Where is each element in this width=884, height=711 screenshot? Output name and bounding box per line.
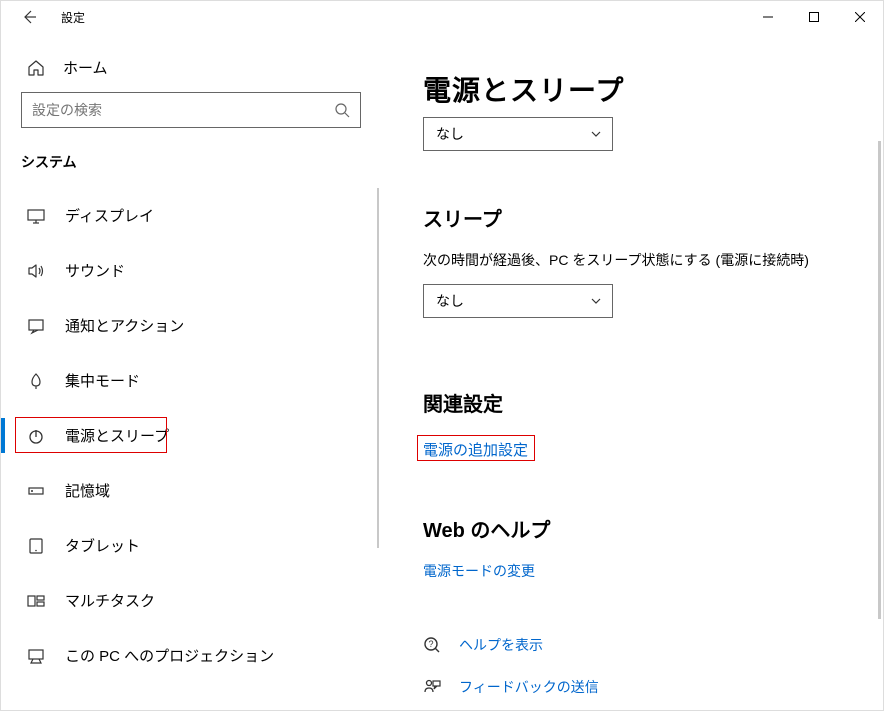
main-scrollbar[interactable] [878, 141, 881, 619]
webhelp-section-title: Web のヘルプ [423, 514, 841, 543]
power-mode-link[interactable]: 電源モードの変更 [423, 563, 535, 579]
nav-item-display[interactable]: ディスプレイ [1, 188, 381, 243]
category-label: システム [1, 152, 381, 188]
tablet-icon [27, 537, 45, 555]
feedback-link[interactable]: フィードバックの送信 [459, 677, 599, 697]
search-box[interactable] [21, 92, 361, 128]
nav-label: ディスプレイ [65, 205, 154, 226]
feedback-icon [423, 678, 441, 696]
search-icon [334, 102, 350, 118]
nav-label: 集中モード [65, 370, 140, 391]
highlight-annotation [417, 435, 535, 461]
nav-label: 記憶域 [65, 480, 110, 501]
multitask-icon [27, 592, 45, 610]
home-nav[interactable]: ホーム [1, 49, 381, 92]
nav-label: マルチタスク [65, 590, 155, 611]
nav-label: 通知とアクション [65, 315, 184, 336]
nav-item-sound[interactable]: サウンド [1, 243, 381, 298]
close-button[interactable] [837, 1, 883, 33]
nav-item-storage[interactable]: 記憶域 [1, 463, 381, 518]
maximize-button[interactable] [791, 1, 837, 33]
projection-icon [27, 647, 45, 665]
highlight-annotation [15, 417, 167, 453]
sleep-timeout-select[interactable]: なし [423, 284, 613, 318]
search-input[interactable] [32, 102, 318, 118]
monitor-icon [27, 207, 45, 225]
nav-item-multitask[interactable]: マルチタスク [1, 573, 381, 628]
get-help-link[interactable]: ヘルプを表示 [459, 635, 543, 655]
nav-list: ディスプレイ サウンド 通知とアクション 集中モード [1, 188, 381, 683]
nav-label: この PC へのプロジェクション [65, 645, 274, 666]
nav-label: タブレット [65, 535, 140, 556]
nav-item-focus[interactable]: 集中モード [1, 353, 381, 408]
nav-item-power[interactable]: 電源とスリープ [1, 408, 381, 463]
select-value: なし [436, 124, 464, 144]
window-title: 設定 [61, 9, 85, 26]
nav-item-tablet[interactable]: タブレット [1, 518, 381, 573]
chevron-down-icon [590, 128, 602, 140]
sound-icon [27, 262, 45, 280]
home-label: ホーム [63, 57, 108, 78]
chevron-down-icon [590, 295, 602, 307]
sleep-description: 次の時間が経過後、PC をスリープ状態にする (電源に接続時) [423, 250, 841, 270]
focus-icon [27, 372, 45, 390]
home-icon [27, 59, 45, 77]
back-button[interactable] [9, 1, 49, 33]
page-title: 電源とスリープ [423, 69, 841, 109]
screen-timeout-select[interactable]: なし [423, 117, 613, 151]
notification-icon [27, 317, 45, 335]
sidebar: ホーム システム ディスプレイ [1, 33, 381, 710]
nav-label: サウンド [65, 260, 125, 281]
minimize-button[interactable] [745, 1, 791, 33]
select-value: なし [436, 291, 464, 311]
nav-item-projection[interactable]: この PC へのプロジェクション [1, 628, 381, 683]
svg-text:?: ? [428, 639, 433, 649]
storage-icon [27, 482, 45, 500]
main-content: 電源とスリープ なし スリープ 次の時間が経過後、PC をスリープ状態にする (… [381, 33, 883, 710]
sleep-section-title: スリープ [423, 203, 841, 232]
related-section-title: 関連設定 [423, 388, 841, 417]
nav-item-notifications[interactable]: 通知とアクション [1, 298, 381, 353]
help-icon: ? [423, 636, 441, 654]
